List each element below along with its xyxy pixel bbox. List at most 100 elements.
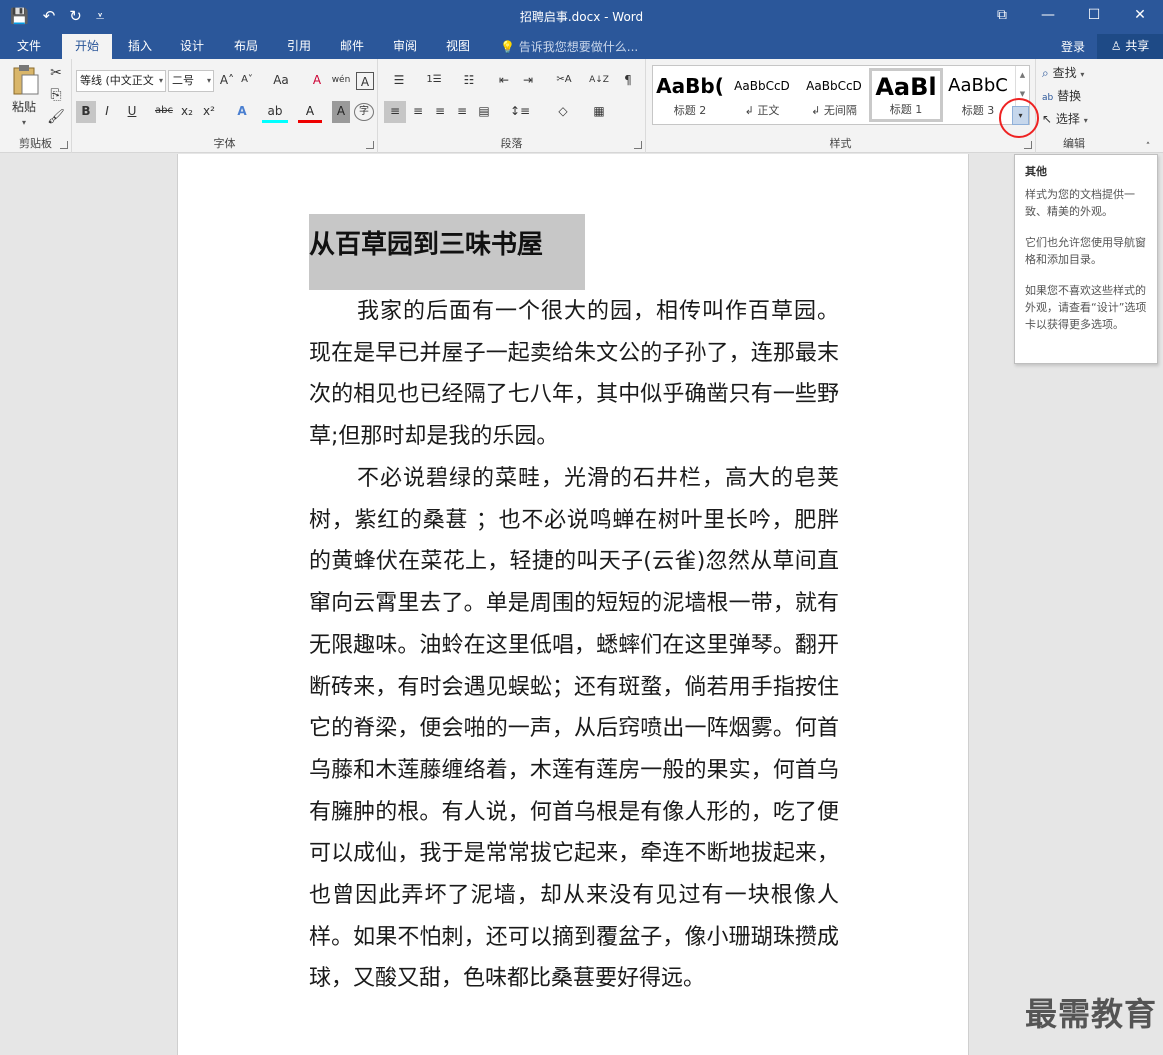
style-preview: AaBl [875,73,937,101]
tab-references[interactable]: 引用 [277,34,321,59]
editing-group: ⌕ 查找 ▾ ab 替换 ↖ 选择 ▾ 编辑 [1036,59,1112,153]
shrink-font-button[interactable]: A˅ [238,70,256,92]
document-heading-selection: 从百草园到三味书屋 [309,214,585,290]
justify-button[interactable]: ≡ [452,101,472,123]
styles-gallery: AaBb( 标题 2 AaBbCcD ↲ 正文 AaBbCcD ↲ 无间隔 Aa… [652,65,1030,125]
character-shading-button[interactable]: A [332,101,350,123]
style-preview: AaBbCcD [734,79,790,93]
paste-dropdown[interactable]: ▾ [14,113,34,135]
title-bar: 💾 ↶ ↻ ⩡ 招聘启事.docx - Word ⧉ — ☐ ✕ [0,0,1163,32]
gallery-scroll-up-icon[interactable]: ▲ [1016,66,1029,85]
tab-insert[interactable]: 插入 [118,34,162,59]
font-size-combo[interactable]: 二号 ▾ [168,70,214,92]
subscript-button[interactable]: x₂ [178,101,196,123]
close-button[interactable]: ✕ [1117,0,1163,32]
phonetic-guide-button[interactable]: wén [330,70,352,92]
style-name: 标题 1 [889,103,923,116]
font-launcher-icon[interactable] [366,141,374,149]
format-painter-icon[interactable]: 🖌 [46,107,66,129]
bullets-button[interactable]: ☰ [384,70,414,92]
character-border-button[interactable]: A [356,72,374,90]
grow-font-button[interactable]: A˄ [218,70,236,92]
tell-me-input[interactable]: 💡 告诉我您想要做什么... [500,38,638,55]
tab-view[interactable]: 视图 [436,34,480,59]
styles-group-label: 样式 [829,137,852,150]
tab-design[interactable]: 设计 [170,34,214,59]
document-page[interactable]: 从百草园到三味书屋 我家的后面有一个很大的园，相传叫作百草园。现在是早已并屋子一… [177,154,969,1055]
change-case-button[interactable]: Aa [266,70,296,92]
paragraph-2: 不必说碧绿的菜畦，光滑的石井栏，高大的皂荚树，紫红的桑葚 ；也不必说鸣蝉在树叶里… [309,466,839,992]
borders-button[interactable]: ▦ [584,101,614,123]
line-spacing-button[interactable]: ↕≡ [504,101,536,123]
font-color-button[interactable]: A [298,101,322,123]
more-styles-tooltip: 其他 样式为您的文档提供一致、精美的外观。 它们也允许您使用导航窗格和添加目录。… [1014,154,1158,364]
style-preview: AaBb( [656,74,724,98]
minimize-button[interactable]: — [1025,0,1071,32]
multilevel-list-button[interactable]: ☷ [454,70,484,92]
styles-launcher-icon[interactable] [1024,141,1032,149]
style-name: 标题 2 [673,104,707,117]
font-name-combo[interactable]: 等线 (中文正文 ▾ [76,70,166,92]
style-no-spacing[interactable]: AaBbCcD ↲ 无间隔 [799,68,869,122]
tooltip-paragraph: 样式为您的文档提供一致、精美的外观。 [1025,188,1135,218]
tab-file[interactable]: 文件 [8,34,50,59]
superscript-button[interactable]: x² [200,101,218,123]
copy-icon[interactable]: ⎘ [46,85,66,107]
select-label: 选择 [1055,112,1080,126]
tab-layout[interactable]: 布局 [224,34,268,59]
ribbon-display-icon[interactable]: ⧉ [979,0,1025,32]
numbering-button[interactable]: 1☰ [418,70,450,92]
align-center-button[interactable]: ≡ [408,101,428,123]
sign-in-link[interactable]: 登录 [1061,38,1085,55]
maximize-button[interactable]: ☐ [1071,0,1117,32]
align-right-button[interactable]: ≡ [430,101,450,123]
document-heading: 从百草园到三味书屋 [309,230,544,260]
font-group: 等线 (中文正文 ▾ 二号 ▾ A˄ A˅ Aa A wén A B I U abc… [72,59,378,153]
paragraph-1: 我家的后面有一个很大的园，相传叫作百草园。现在是早已并屋子一起卖给朱文公的子孙了… [309,299,839,450]
paste-icon[interactable] [8,63,42,97]
style-heading1[interactable]: AaBl 标题 1 [869,68,943,122]
clipboard-launcher-icon[interactable] [60,141,68,149]
chinese-layout-button[interactable]: ✂A [548,70,580,92]
tab-home[interactable]: 开始 [62,34,112,59]
tab-review[interactable]: 审阅 [383,34,427,59]
strikethrough-button[interactable]: abc [152,101,176,123]
find-button[interactable]: ⌕ 查找 ▾ [1042,63,1106,85]
shading-button[interactable]: ◇ [548,101,578,123]
style-heading2[interactable]: AaBb( 标题 2 [655,68,725,122]
replace-label: 替换 [1057,89,1082,103]
tooltip-paragraph: 它们也允许您使用导航窗格和添加目录。 [1025,236,1146,266]
enclose-characters-button[interactable]: 字 [354,103,374,121]
editing-group-label: 编辑 [1063,137,1085,150]
replace-button[interactable]: ab 替换 [1042,86,1106,108]
find-icon: ⌕ [1042,66,1049,80]
italic-button[interactable]: I [98,101,116,123]
bold-button[interactable]: B [76,101,96,123]
sort-button[interactable]: A↓Z [588,70,610,92]
style-name: ↲ 正文 [744,104,780,117]
decrease-indent-button[interactable]: ⇤ [494,70,514,92]
highlight-circle [999,98,1039,138]
find-label: 查找 [1052,66,1077,80]
text-effects-button[interactable]: A [230,101,254,123]
style-normal[interactable]: AaBbCcD ↲ 正文 [727,68,797,122]
font-group-label: 字体 [213,137,236,150]
increase-indent-button[interactable]: ⇥ [518,70,538,92]
select-button[interactable]: ↖ 选择 ▾ [1042,109,1106,131]
underline-button[interactable]: U [120,101,144,123]
tooltip-title: 其他 [1025,165,1047,178]
ribbon-tab-bar: 文件 开始 插入 设计 布局 引用 邮件 审阅 视图 💡 告诉我您想要做什么..… [0,32,1163,59]
clear-format-button[interactable]: A [308,70,326,92]
tab-mailings[interactable]: 邮件 [330,34,374,59]
align-left-button[interactable]: ≡ [384,101,406,123]
show-marks-button[interactable]: ¶ [618,70,638,92]
watermark: 最需教育 [1024,995,1157,1033]
distributed-button[interactable]: ▤ [474,101,494,123]
paragraph-launcher-icon[interactable] [634,141,642,149]
clipboard-group: 粘贴 ▾ ✂ ⎘ 🖌 剪贴板 [0,59,72,153]
highlight-color-button[interactable]: ab [262,101,288,123]
cut-icon[interactable]: ✂ [46,63,66,85]
style-name: ↲ 无间隔 [811,104,857,117]
tooltip-paragraph: 如果您不喜欢这些样式的外观，请查看“设计”选项卡以获得更多选项。 [1025,284,1147,331]
share-button[interactable]: ♙ 共享 [1097,34,1163,59]
